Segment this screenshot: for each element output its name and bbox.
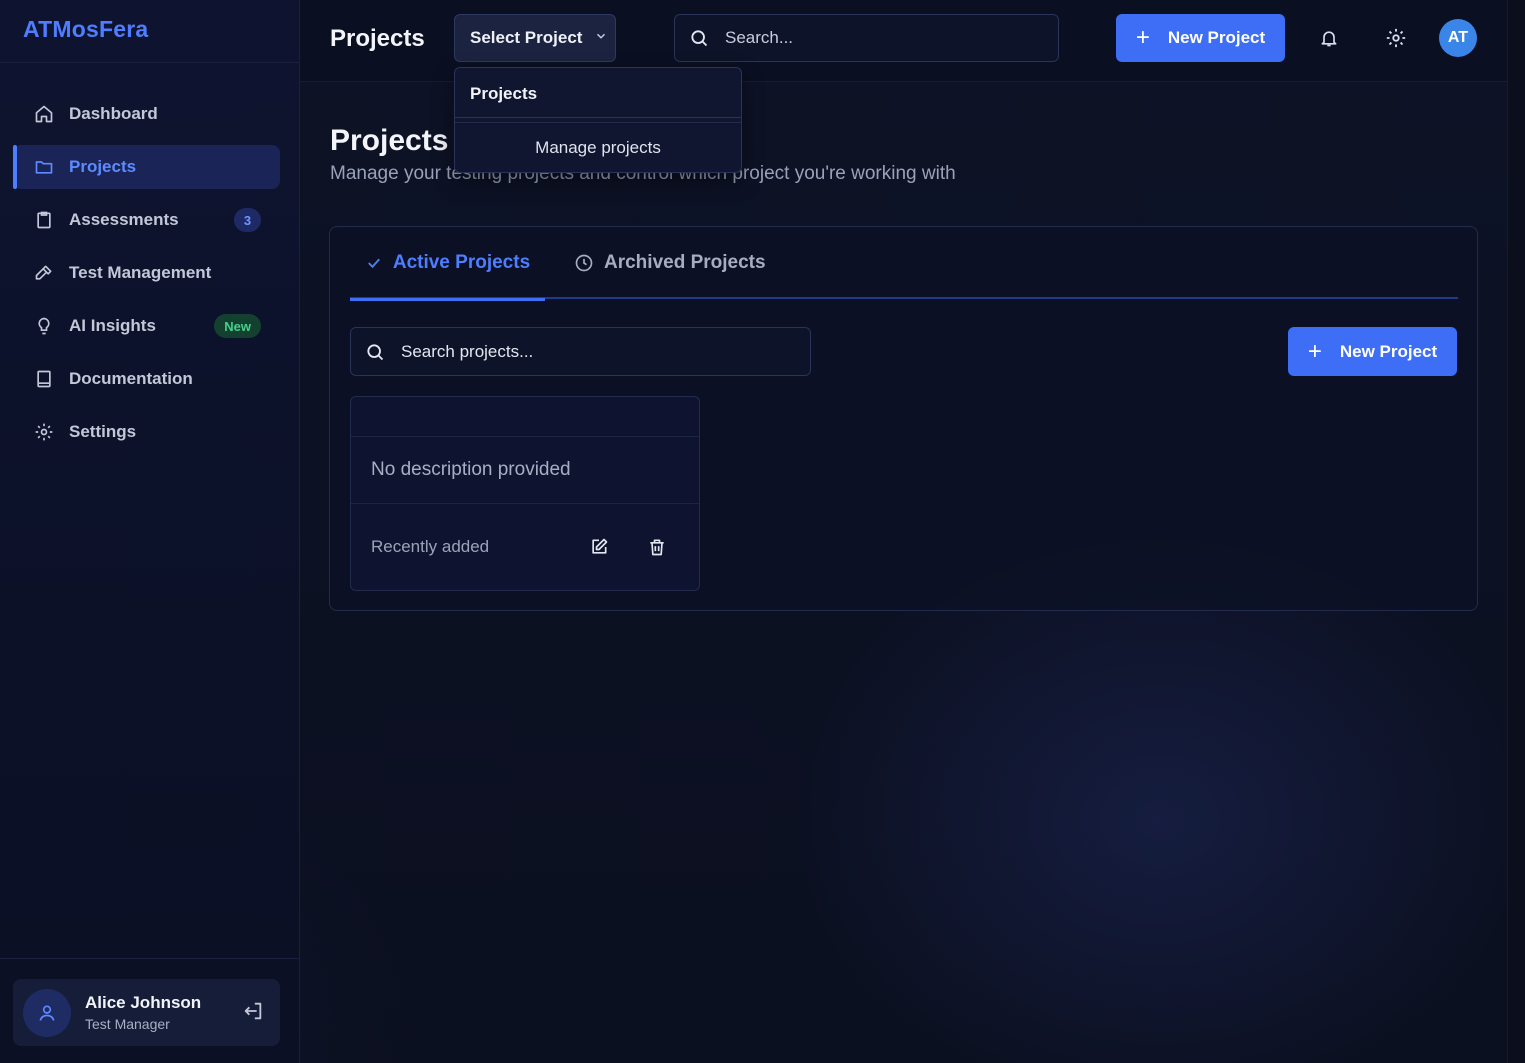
user-profile-card[interactable]: Alice Johnson Test Manager: [13, 979, 280, 1046]
app-logo[interactable]: ATMosFera: [23, 16, 299, 43]
new-badge: New: [214, 314, 261, 338]
plus-icon: +: [1307, 337, 1322, 365]
select-project-menu: Projects Manage projects: [454, 67, 742, 173]
sidebar-divider: [0, 958, 300, 959]
logo-area: ATMosFera: [0, 0, 299, 63]
sidebar-item-label: Projects: [69, 157, 137, 176]
tab-label: Archived Projects: [604, 252, 766, 273]
header-title: Projects: [330, 25, 425, 52]
global-search-input[interactable]: Search...: [674, 14, 1059, 62]
project-card-footer: Recently added: [351, 504, 699, 590]
settings-gear-icon[interactable]: [1385, 27, 1407, 49]
tab-label: Active Projects: [392, 252, 531, 273]
manage-projects-menu-item[interactable]: Manage projects: [455, 123, 741, 173]
tab-archived-projects[interactable]: Archived Projects: [574, 227, 766, 299]
project-card[interactable]: No description provided Recently added: [350, 396, 700, 591]
plus-icon: +: [1135, 24, 1150, 51]
sidebar-item-label: Dashboard: [69, 104, 158, 123]
user-role: Test Manager: [85, 1016, 170, 1032]
project-search-input[interactable]: Search projects...: [350, 327, 811, 376]
header-new-project-button[interactable]: + New Project: [1116, 14, 1285, 62]
page-title: Projects: [330, 124, 449, 157]
sidebar-item-test-management[interactable]: Test Management: [13, 251, 280, 295]
assessments-count-badge: 3: [234, 208, 261, 232]
clipboard-icon: [33, 209, 55, 231]
sidebar-item-assessments[interactable]: Assessments 3: [13, 198, 280, 242]
user-avatar: [23, 988, 71, 1037]
project-search-placeholder: Search projects...: [401, 341, 534, 361]
user-avatar-button[interactable]: AT: [1439, 19, 1477, 57]
scrollbar[interactable]: [1507, 0, 1525, 1063]
tab-active-projects[interactable]: Active Projects: [350, 227, 545, 301]
sidebar: ATMosFera Dashboard Projects Assessments…: [0, 0, 300, 1063]
book-icon: [33, 368, 55, 390]
logout-icon[interactable]: [242, 1000, 264, 1027]
projects-panel: Active Projects Archived Projects Search…: [329, 226, 1478, 611]
sidebar-item-dashboard[interactable]: Dashboard: [13, 92, 280, 136]
sidebar-item-documentation[interactable]: Documentation: [13, 357, 280, 401]
header-new-project-label: New Project: [1167, 28, 1266, 47]
project-card-header: [351, 397, 699, 437]
user-name: Alice Johnson: [85, 993, 202, 1012]
project-description: No description provided: [351, 437, 699, 504]
gear-icon: [33, 421, 55, 443]
clock-icon: [574, 253, 594, 273]
sidebar-item-label: AI Insights: [69, 316, 156, 335]
new-project-button[interactable]: + New Project: [1288, 327, 1457, 376]
sidebar-item-label: Documentation: [69, 369, 193, 388]
user-icon: [39, 1005, 55, 1021]
sidebar-item-ai-insights[interactable]: AI Insights New: [13, 304, 280, 348]
edit-icon[interactable]: [589, 537, 609, 557]
sidebar-item-settings[interactable]: Settings: [13, 410, 280, 454]
lightbulb-icon: [33, 315, 55, 337]
hammer-icon: [33, 262, 55, 284]
trash-icon[interactable]: [647, 537, 667, 557]
chevron-down-icon: [594, 28, 608, 48]
check-icon: [365, 254, 383, 272]
select-project-label: Select Project: [470, 28, 583, 47]
projects-tabs: Active Projects Archived Projects: [350, 227, 1458, 301]
select-project-dropdown[interactable]: Select Project: [454, 14, 616, 62]
search-icon: [365, 342, 385, 362]
folder-icon: [33, 156, 55, 178]
search-icon: [689, 28, 709, 48]
sidebar-nav: Dashboard Projects Assessments 3 Test Ma…: [13, 92, 280, 463]
user-info: Alice Johnson Test Manager: [85, 993, 201, 1032]
bell-icon[interactable]: [1319, 27, 1339, 49]
home-icon: [33, 103, 55, 125]
sidebar-item-label: Settings: [69, 422, 137, 441]
project-date: Recently added: [371, 537, 490, 556]
global-search-placeholder: Search...: [725, 28, 794, 47]
sidebar-item-label: Assessments: [69, 210, 179, 229]
sidebar-item-projects[interactable]: Projects: [13, 145, 280, 189]
sidebar-item-label: Test Management: [69, 263, 212, 282]
new-project-label: New Project: [1339, 341, 1438, 361]
dropdown-header: Projects: [455, 68, 741, 118]
